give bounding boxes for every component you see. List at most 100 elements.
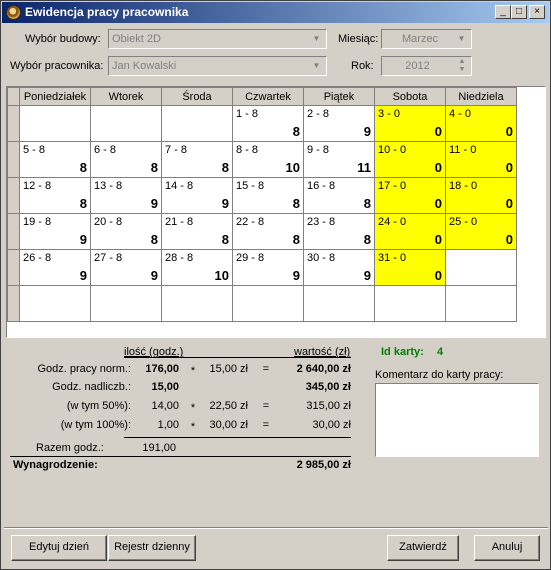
- month-select[interactable]: Marzec ▼: [381, 29, 472, 49]
- edit-day-button[interactable]: Edytuj dzień: [11, 535, 107, 561]
- calendar-day-cell[interactable]: 12 - 8 8: [19, 177, 91, 214]
- cancel-button[interactable]: Anuluj: [474, 535, 540, 561]
- salary-divider: [10, 456, 351, 457]
- calendar-grid: Poniedziałek Wtorek Środa Czwartek Piąte…: [6, 86, 546, 338]
- row-header-cell[interactable]: [7, 177, 20, 214]
- calendar-day-cell[interactable]: [445, 249, 517, 286]
- day-label: 7 - 8: [165, 144, 188, 156]
- calendar-day-cell[interactable]: 3 - 0 0: [374, 105, 446, 142]
- calendar-day-cell[interactable]: 5 - 8 8: [19, 141, 91, 178]
- day-label: 3 - 0: [378, 108, 401, 120]
- day-label: 6 - 8: [94, 144, 117, 156]
- comment-textarea[interactable]: [375, 383, 539, 457]
- maximize-button[interactable]: □: [511, 5, 527, 19]
- spin-up-icon[interactable]: ▲: [455, 58, 469, 66]
- summary-row-qty: 14,00: [151, 400, 179, 412]
- day-hours: 10: [214, 268, 229, 283]
- calendar-day-cell[interactable]: 8 - 8 10: [232, 141, 304, 178]
- calendar-day-cell[interactable]: [19, 285, 91, 322]
- calendar-day-cell[interactable]: 6 - 8 8: [90, 141, 162, 178]
- window-title: Ewidencja pracy pracownika: [25, 5, 189, 19]
- calendar-day-cell[interactable]: 27 - 8 9: [90, 249, 162, 286]
- day-label: 16 - 8: [307, 180, 336, 192]
- row-header-cell[interactable]: [7, 213, 20, 250]
- calendar-day-cell[interactable]: 24 - 0 0: [374, 213, 446, 250]
- calendar-day-cell[interactable]: 26 - 8 9: [19, 249, 91, 286]
- calendar-day-cell[interactable]: 28 - 8 10: [161, 249, 233, 286]
- calendar-day-cell[interactable]: 17 - 0 0: [374, 177, 446, 214]
- calendar-day-cell[interactable]: 1 - 8 8: [232, 105, 304, 142]
- calendar-day-cell[interactable]: [445, 285, 517, 322]
- calendar-day-cell[interactable]: [90, 105, 162, 142]
- employee-select[interactable]: Jan Kowalski ▼: [108, 56, 327, 76]
- day-label: 2 - 8: [307, 108, 330, 120]
- minimize-button[interactable]: _: [495, 5, 511, 19]
- salary-value: 2 985,00 zł: [296, 459, 351, 471]
- day-hours: 11: [357, 160, 371, 175]
- day-label: 26 - 8: [23, 252, 52, 264]
- calendar-day-cell[interactable]: 15 - 8 8: [232, 177, 304, 214]
- calendar-day-cell[interactable]: 30 - 8 9: [303, 249, 375, 286]
- calendar-day-cell[interactable]: 31 - 0 0: [374, 249, 446, 286]
- day-label: 8 - 8: [236, 144, 259, 156]
- total-hours-value: 191,00: [142, 442, 176, 454]
- day-hours: 8: [221, 160, 229, 175]
- spin-down-icon[interactable]: ▼: [455, 66, 469, 74]
- row-header-cell[interactable]: [7, 285, 20, 322]
- day-label: 4 - 0: [449, 108, 472, 120]
- confirm-button[interactable]: Zatwierdź: [387, 535, 459, 561]
- day-hours: 9: [79, 232, 87, 247]
- calendar-day-cell[interactable]: 19 - 8 9: [19, 213, 91, 250]
- day-hours: 8: [292, 124, 300, 139]
- calendar-day-cell[interactable]: 23 - 8 8: [303, 213, 375, 250]
- month-value: Marzec: [402, 33, 439, 45]
- calendar-day-cell[interactable]: 10 - 0 0: [374, 141, 446, 178]
- close-button[interactable]: ×: [529, 5, 545, 19]
- calendar-day-cell[interactable]: [90, 285, 162, 322]
- month-label: Miesiąc:: [338, 33, 379, 45]
- card-id-label: Id karty:: [381, 346, 424, 358]
- calendar-day-cell[interactable]: [161, 285, 233, 322]
- day-hours: 0: [434, 232, 442, 247]
- calendar-day-cell[interactable]: 2 - 8 9: [303, 105, 375, 142]
- calendar-day-cell[interactable]: [303, 285, 375, 322]
- calendar-day-cell[interactable]: 29 - 8 9: [232, 249, 304, 286]
- employee-label: Wybór pracownika:: [10, 60, 104, 72]
- day-hours: 9: [363, 268, 371, 283]
- daily-register-button[interactable]: Rejestr dzienny: [108, 535, 196, 561]
- calendar-day-cell[interactable]: [374, 285, 446, 322]
- calendar-day-cell[interactable]: 22 - 8 8: [232, 213, 304, 250]
- summary-row-qty: 15,00: [151, 381, 179, 393]
- calendar-day-cell[interactable]: 20 - 8 8: [90, 213, 162, 250]
- day-hours: 0: [434, 160, 442, 175]
- day-hours: 0: [434, 124, 442, 139]
- calendar-day-cell[interactable]: 21 - 8 8: [161, 213, 233, 250]
- summary-row-value: 30,00 zł: [312, 419, 351, 431]
- row-header-cell[interactable]: [7, 249, 20, 286]
- day-header: Środa: [161, 87, 233, 106]
- day-hours: 9: [150, 268, 158, 283]
- calendar-day-cell[interactable]: 13 - 8 9: [90, 177, 162, 214]
- calendar-day-cell[interactable]: 7 - 8 8: [161, 141, 233, 178]
- calendar-day-cell[interactable]: [161, 105, 233, 142]
- calendar-day-cell[interactable]: 16 - 8 8: [303, 177, 375, 214]
- calendar-day-cell[interactable]: 18 - 0 0: [445, 177, 517, 214]
- year-spinner[interactable]: 2012 ▲ ▼: [381, 56, 472, 76]
- calendar-day-cell[interactable]: [232, 285, 304, 322]
- row-header-cell[interactable]: [7, 141, 20, 178]
- day-label: 5 - 8: [23, 144, 46, 156]
- calendar-week-row: 1 - 8 8 2 - 8 9 3 - 0 0 4 - 0 0: [7, 105, 517, 142]
- calendar-day-cell[interactable]: 25 - 0 0: [445, 213, 517, 250]
- calendar-day-cell[interactable]: 11 - 0 0: [445, 141, 517, 178]
- calendar-day-cell[interactable]: 14 - 8 9: [161, 177, 233, 214]
- day-label: 27 - 8: [94, 252, 123, 264]
- row-header-cell[interactable]: [7, 105, 20, 142]
- day-label: 14 - 8: [165, 180, 194, 192]
- calendar-day-cell[interactable]: 9 - 8 11: [303, 141, 375, 178]
- calendar-day-cell[interactable]: [19, 105, 91, 142]
- calendar-day-cell[interactable]: 4 - 0 0: [445, 105, 517, 142]
- day-hours: 9: [363, 124, 371, 139]
- day-hours: 9: [221, 196, 229, 211]
- day-label: 9 - 8: [307, 144, 330, 156]
- building-select[interactable]: Obiekt 2D ▼: [108, 29, 327, 49]
